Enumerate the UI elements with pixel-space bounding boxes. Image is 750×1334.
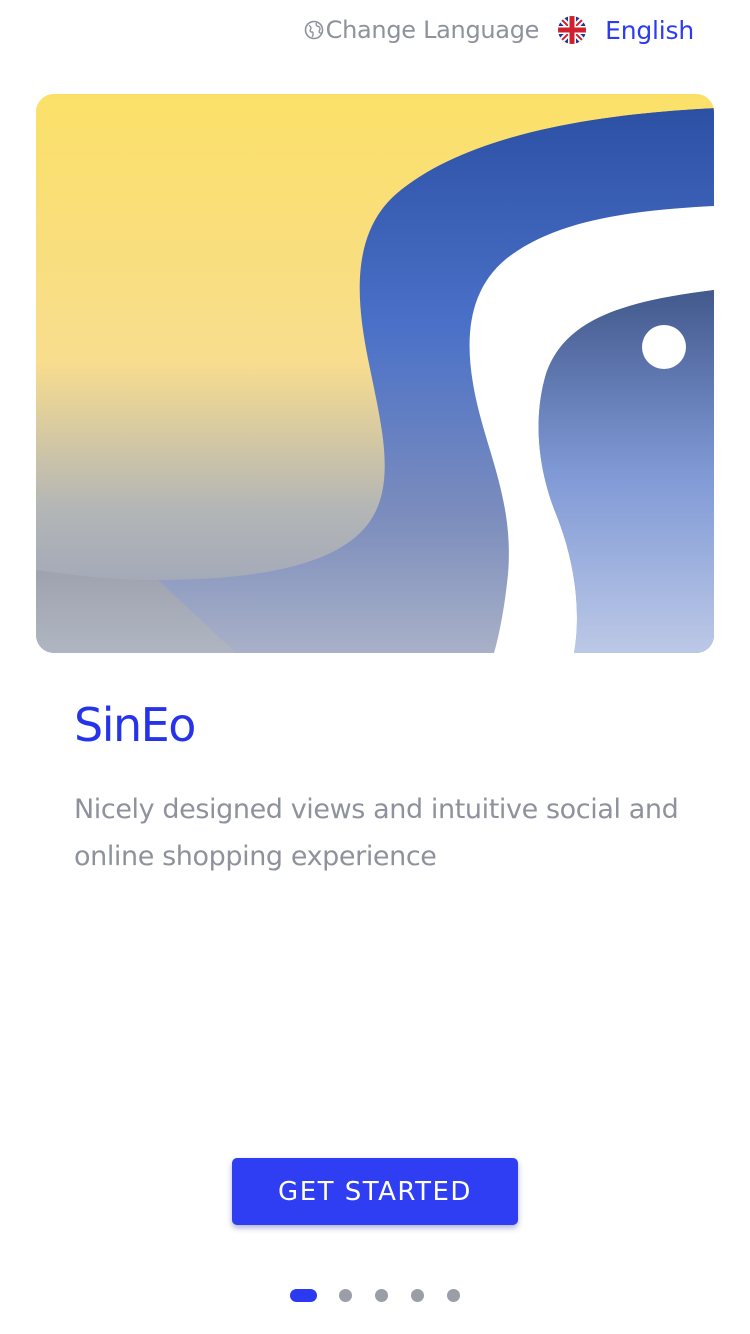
pager-dot[interactable] [339, 1288, 352, 1302]
globe-icon [304, 20, 324, 40]
current-language[interactable]: English [605, 16, 694, 45]
hero-image [36, 94, 714, 653]
uk-flag-icon[interactable] [557, 15, 587, 45]
pager-dot[interactable] [447, 1288, 460, 1302]
pager-dots [290, 1288, 460, 1302]
pager-dot[interactable] [375, 1288, 388, 1302]
change-language-label[interactable]: Change Language [326, 16, 540, 44]
language-selector[interactable]: Change Language English [304, 10, 694, 50]
pager-dot[interactable] [411, 1288, 424, 1302]
app-description: Nicely designed views and intuitive soci… [74, 794, 679, 872]
app-title: SinEo [74, 698, 196, 752]
get-started-button[interactable]: GET STARTED [232, 1158, 518, 1225]
pager-dot-active[interactable] [290, 1288, 317, 1302]
onboarding-screen: Change Language English SinEo Nicely des… [0, 0, 750, 1334]
